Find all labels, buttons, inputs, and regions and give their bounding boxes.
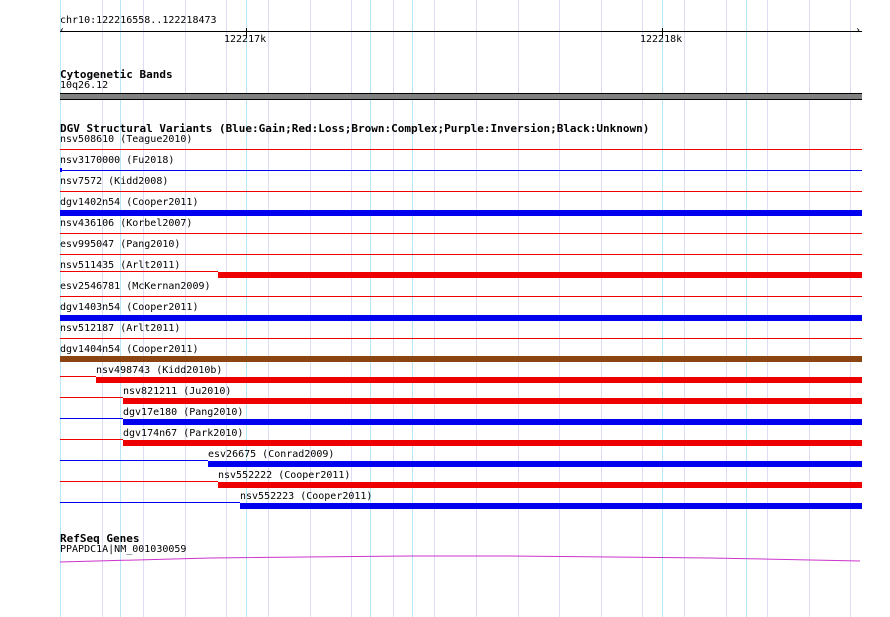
variant-row-line[interactable]	[60, 296, 862, 297]
variant-row-line[interactable]	[60, 254, 862, 255]
cytoband-bar[interactable]	[60, 93, 862, 100]
variant-label[interactable]: nsv7572 (Kidd2008)	[60, 176, 168, 188]
variant-feature[interactable]	[123, 419, 862, 425]
scroll-left-arrow[interactable]: ‹	[59, 26, 65, 36]
locus-label: chr10:122216558..122218473	[60, 15, 217, 26]
ruler-tick-label: 122218k	[640, 34, 683, 45]
variant-feature[interactable]	[60, 210, 862, 216]
gene-transcript-line[interactable]	[59, 555, 861, 563]
variant-label[interactable]: nsv512187 (Arlt2011)	[60, 323, 180, 335]
refseq-gene-model[interactable]	[0, 550, 890, 570]
variant-feature[interactable]	[123, 398, 862, 404]
variant-label[interactable]: nsv552222 (Cooper2011)	[218, 470, 350, 482]
genome-track-view[interactable]: chr10:122216558..122218473 ‹ › 122217k 1…	[0, 0, 890, 617]
ruler-axis[interactable]	[60, 31, 862, 32]
variant-label[interactable]: nsv508610 (Teague2010)	[60, 134, 192, 146]
cytoband-label: 10q26.12	[60, 80, 109, 91]
variant-label[interactable]: esv26675 (Conrad2009)	[208, 449, 334, 461]
variant-label[interactable]: nsv552223 (Cooper2011)	[240, 491, 372, 503]
variant-row-line[interactable]	[60, 149, 862, 150]
variant-row-line[interactable]	[60, 191, 862, 192]
variant-row-line	[60, 439, 123, 440]
variant-row-line[interactable]	[60, 338, 862, 339]
variant-feature[interactable]	[218, 272, 862, 278]
variant-feature[interactable]	[60, 356, 862, 362]
variant-label[interactable]: esv2546781 (McKernan2009)	[60, 281, 211, 293]
ruler-tick-label: 122217k	[224, 34, 267, 45]
variant-feature[interactable]	[218, 482, 862, 488]
variant-label[interactable]: dgv1404n54 (Cooper2011)	[60, 344, 198, 356]
variant-feature[interactable]	[60, 315, 862, 321]
scroll-right-arrow[interactable]: ›	[855, 26, 861, 36]
variant-feature[interactable]	[123, 440, 862, 446]
variant-feature[interactable]	[96, 377, 862, 383]
variant-label[interactable]: nsv498743 (Kidd2010b)	[96, 365, 222, 377]
variant-label[interactable]: dgv17e180 (Pang2010)	[123, 407, 243, 419]
variant-label[interactable]: dgv1403n54 (Cooper2011)	[60, 302, 198, 314]
variant-label[interactable]: dgv1402n54 (Cooper2011)	[60, 197, 198, 209]
variant-label[interactable]: nsv3170000 (Fu2018)	[60, 155, 174, 167]
variant-row-line	[60, 481, 218, 482]
variant-feature[interactable]	[60, 168, 62, 172]
variant-row-line	[60, 397, 123, 398]
variant-feature[interactable]	[240, 503, 862, 509]
variant-label[interactable]: nsv821211 (Ju2010)	[123, 386, 231, 398]
variant-feature[interactable]	[208, 461, 862, 467]
variant-row-line	[60, 376, 96, 377]
variant-label[interactable]: nsv436106 (Korbel2007)	[60, 218, 192, 230]
variant-label[interactable]: esv995047 (Pang2010)	[60, 239, 180, 251]
variant-row-line[interactable]	[60, 233, 862, 234]
variant-row-line[interactable]	[60, 170, 862, 171]
variant-row-line	[60, 271, 218, 272]
variant-label[interactable]: dgv174n67 (Park2010)	[123, 428, 243, 440]
variant-row-line	[60, 460, 208, 461]
variant-row-line	[60, 502, 240, 503]
variant-row-line	[60, 418, 123, 419]
